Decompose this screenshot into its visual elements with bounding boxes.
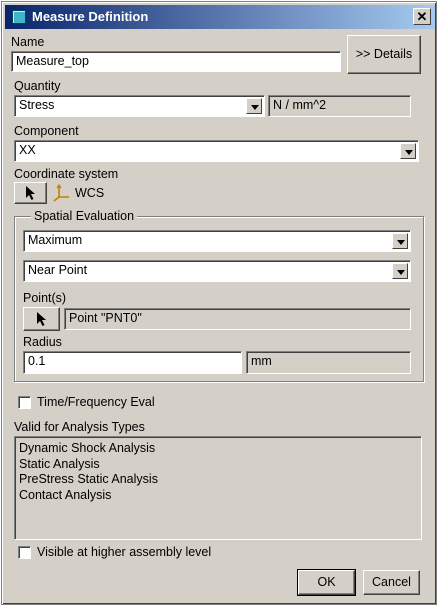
quantity-selected-value: Stress xyxy=(19,98,55,112)
radius-input[interactable]: 0.1 xyxy=(23,351,242,374)
list-item: PreStress Static Analysis xyxy=(19,472,158,486)
points-label: Point(s) xyxy=(23,291,67,305)
component-selected-value: XX xyxy=(19,143,36,157)
quantity-units: N / mm^2 xyxy=(268,95,411,117)
chevron-down-icon[interactable] xyxy=(392,263,408,279)
close-icon: ✕ xyxy=(416,9,428,24)
analysis-types-label: Valid for Analysis Types xyxy=(14,420,145,434)
title-bar[interactable]: Measure Definition ✕ xyxy=(5,5,435,29)
details-button[interactable]: >> Details xyxy=(347,35,421,74)
list-item: Contact Analysis xyxy=(19,487,112,502)
coordinate-system-label: Coordinate system xyxy=(14,167,119,181)
app-icon xyxy=(12,10,26,24)
time-frequency-checkbox[interactable] xyxy=(18,396,31,409)
list-item: Static Analysis xyxy=(19,456,100,471)
location-select[interactable]: Near Point xyxy=(23,260,411,282)
quantity-label: Quantity xyxy=(14,79,61,93)
cancel-button[interactable]: Cancel xyxy=(363,570,420,595)
points-value: Point "PNT0" xyxy=(64,308,411,330)
evaluation-method-select[interactable]: Maximum xyxy=(23,230,411,252)
name-label: Name xyxy=(11,35,45,49)
chevron-down-icon[interactable] xyxy=(392,233,408,249)
radius-units: mm xyxy=(246,351,411,374)
coordinate-system-value: WCS xyxy=(75,186,105,200)
chevron-down-icon[interactable] xyxy=(246,98,262,114)
component-select[interactable]: XX xyxy=(14,140,419,162)
visible-higher-assembly-label[interactable]: Visible at higher assembly level xyxy=(37,545,211,559)
chevron-down-icon[interactable] xyxy=(400,143,416,159)
evaluation-method-value: Maximum xyxy=(28,233,83,247)
name-input[interactable]: Measure_top xyxy=(11,51,341,72)
point-select-button[interactable] xyxy=(23,307,60,331)
radius-label: Radius xyxy=(23,335,62,349)
time-frequency-label[interactable]: Time/Frequency Eval xyxy=(37,395,155,409)
close-button[interactable]: ✕ xyxy=(413,8,431,25)
arrow-cursor-icon xyxy=(26,186,35,200)
analysis-types-list[interactable]: Dynamic Shock Analysis Static Analysis P… xyxy=(14,436,422,540)
spatial-evaluation-title: Spatial Evaluation xyxy=(31,209,138,223)
list-item: Dynamic Shock Analysis xyxy=(19,441,156,455)
coordinate-select-button[interactable] xyxy=(14,182,47,204)
measure-definition-dialog: Measure Definition ✕ Name Measure_top >>… xyxy=(1,1,437,605)
arrow-cursor-icon xyxy=(37,312,46,326)
ok-button[interactable]: OK xyxy=(297,569,356,596)
coordinate-system-icon xyxy=(53,183,69,202)
location-value: Near Point xyxy=(28,263,88,277)
dialog-title: Measure Definition xyxy=(32,9,149,24)
component-label: Component xyxy=(14,124,79,138)
quantity-select[interactable]: Stress xyxy=(14,95,265,117)
visible-higher-assembly-checkbox[interactable] xyxy=(18,546,31,559)
